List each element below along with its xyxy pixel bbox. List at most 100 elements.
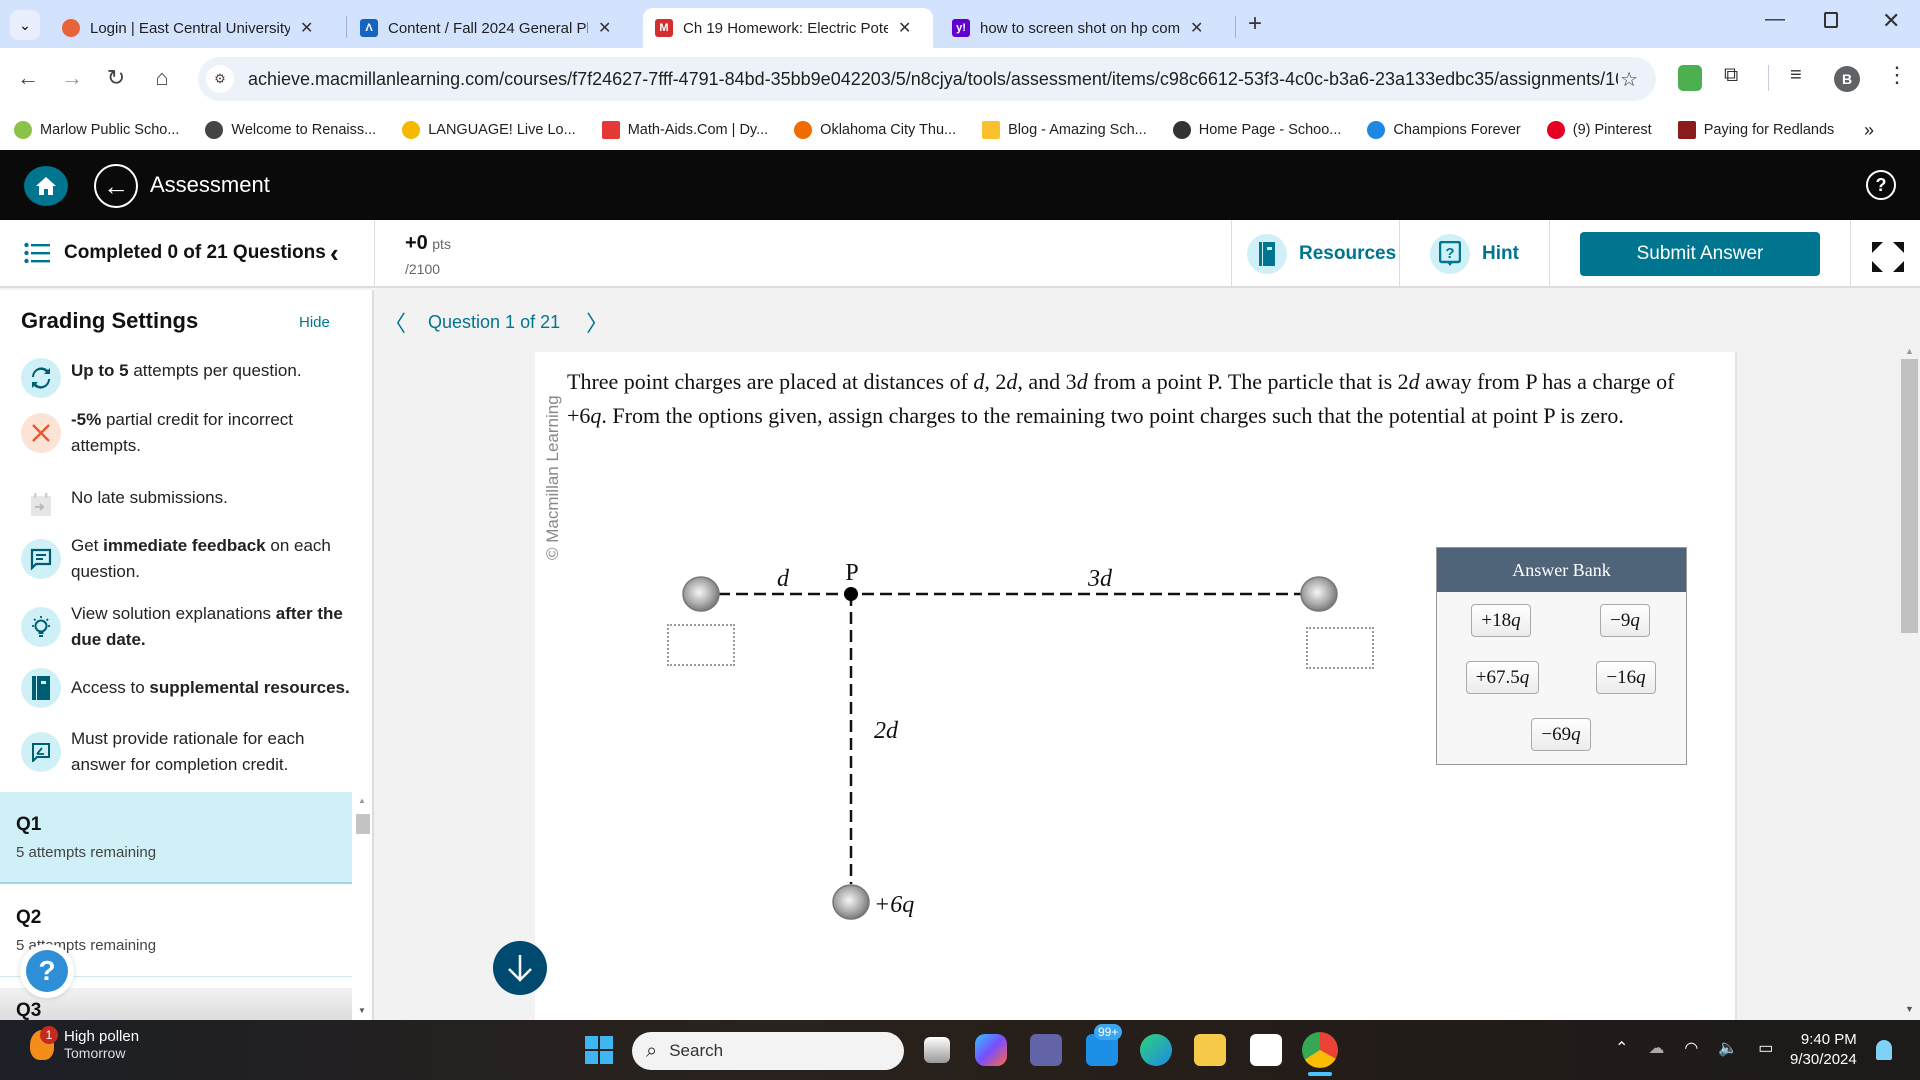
browser-menu-icon[interactable]: ⋮: [1886, 62, 1908, 88]
bookmark-item[interactable]: LANGUAGE! Live Lo...: [402, 121, 576, 139]
restore-button[interactable]: [1824, 12, 1838, 28]
weather-widget[interactable]: 1 High pollen Tomorrow: [30, 1025, 140, 1061]
scroll-up-icon[interactable]: ▲: [358, 796, 366, 805]
question-list-item[interactable]: Q1 5 attempts remaining: [0, 792, 352, 884]
pinterest-icon: [1546, 121, 1565, 139]
tab-macmillan-homework[interactable]: M Ch 19 Homework: Electric Poter ✕: [643, 8, 933, 48]
copilot-icon[interactable]: [975, 1034, 1007, 1066]
bookmark-label: Champions Forever: [1393, 122, 1521, 138]
bookmark-item[interactable]: Home Page - Schoo...: [1172, 121, 1341, 139]
grading-setting-rationale: Must provide rationale for each answer f…: [21, 726, 361, 778]
setting-bold-text: supplemental resources.: [149, 678, 350, 697]
help-button[interactable]: ?: [1866, 170, 1896, 200]
volume-icon[interactable]: 🔈: [1718, 1038, 1738, 1058]
site-settings-icon[interactable]: ⚙: [206, 65, 234, 93]
hide-grading-settings-link[interactable]: Hide: [299, 314, 330, 331]
bookmark-item[interactable]: Oklahoma City Thu...: [794, 121, 956, 139]
scroll-up-icon[interactable]: ▲: [1905, 346, 1914, 356]
microsoft-store-icon[interactable]: [1250, 1034, 1282, 1066]
scrollbar-thumb[interactable]: [1901, 359, 1918, 633]
bookmark-item[interactable]: Blog - Amazing Sch...: [982, 121, 1147, 139]
bookmark-item[interactable]: Welcome to Renaiss...: [205, 121, 376, 139]
points-total: /2100: [405, 261, 441, 277]
resources-button[interactable]: Resources: [1247, 234, 1396, 274]
forward-nav-button[interactable]: →: [56, 62, 88, 94]
scroll-down-button[interactable]: [493, 941, 547, 995]
teams-icon[interactable]: [1030, 1034, 1062, 1066]
onedrive-icon[interactable]: ☁: [1648, 1038, 1664, 1058]
tab-yahoo-search[interactable]: y! how to screen shot on hp comp ✕: [940, 8, 1215, 48]
back-button[interactable]: ←: [94, 164, 138, 208]
tab-d2l-content[interactable]: Λ Content / Fall 2024 General Phy ✕: [348, 8, 623, 48]
previous-question-button[interactable]: 〈: [384, 306, 406, 338]
bookmark-item[interactable]: Paying for Redlands: [1677, 121, 1834, 139]
extension-icon[interactable]: [1678, 65, 1702, 91]
url-input[interactable]: ⚙ achieve.macmillanlearning.com/courses/…: [198, 57, 1656, 101]
mail-icon[interactable]: 99+: [1086, 1024, 1123, 1066]
scroll-down-icon[interactable]: ▼: [358, 1006, 366, 1015]
close-tab-icon[interactable]: ✕: [598, 18, 611, 38]
bookmark-item[interactable]: Marlow Public Scho...: [14, 121, 179, 139]
answer-chip[interactable]: −9 q: [1600, 604, 1650, 637]
tab-title: Ch 19 Homework: Electric Poter: [683, 19, 888, 37]
back-nav-button[interactable]: ←: [12, 62, 44, 94]
more-bookmarks-button[interactable]: »: [1864, 120, 1874, 141]
answer-chip[interactable]: −16 q: [1596, 661, 1656, 694]
hint-button[interactable]: ? Hint: [1430, 234, 1519, 274]
system-clock[interactable]: 9:40 PM 9/30/2024: [1790, 1030, 1857, 1070]
home-nav-button[interactable]: ⌂: [146, 62, 178, 94]
close-tab-icon[interactable]: ✕: [1190, 18, 1203, 38]
right-charge-drop-zone[interactable]: [1306, 627, 1374, 669]
close-window-button[interactable]: ✕: [1882, 8, 1900, 34]
bookmark-item[interactable]: Champions Forever: [1367, 121, 1521, 139]
notification-bell-icon[interactable]: [1876, 1040, 1892, 1060]
bookmark-favicon-icon: [1172, 121, 1191, 139]
new-tab-button[interactable]: +: [1248, 10, 1262, 38]
bookmark-star-icon[interactable]: ☆: [1620, 67, 1638, 92]
grading-setting-late: No late submissions.: [21, 485, 361, 525]
taskbar-search[interactable]: ⌕ Search: [632, 1032, 904, 1070]
task-view-icon[interactable]: [924, 1037, 950, 1063]
answer-bank: Answer Bank +18 q −9 q +67.5 q −16 q −69 q: [1436, 547, 1687, 765]
submit-answer-button[interactable]: Submit Answer: [1580, 232, 1820, 276]
windows-start-button[interactable]: [585, 1036, 613, 1064]
file-explorer-icon[interactable]: [1194, 1034, 1226, 1066]
answer-chip[interactable]: +18 q: [1471, 604, 1531, 637]
wifi-icon[interactable]: ◠: [1684, 1038, 1698, 1058]
help-floating-button[interactable]: ?: [20, 944, 74, 998]
home-button[interactable]: [24, 166, 68, 206]
question-list-toggle[interactable]: Completed 0 of 21 Questions: [24, 242, 326, 264]
minimize-button[interactable]: —: [1765, 8, 1785, 31]
fullscreen-button[interactable]: [1872, 242, 1904, 277]
tab-search-chevron-icon[interactable]: ⌄: [10, 10, 40, 40]
close-tab-icon[interactable]: ✕: [300, 18, 313, 38]
chrome-icon[interactable]: [1302, 1032, 1338, 1068]
scroll-down-icon[interactable]: ▼: [1905, 1004, 1914, 1014]
question-label: Q2: [16, 907, 42, 928]
weather-title: High pollen: [64, 1028, 140, 1045]
extensions-puzzle-icon[interactable]: ⧉: [1724, 64, 1738, 87]
bookmark-item[interactable]: Math-Aids.Com | Dy...: [601, 121, 768, 139]
collapse-sidebar-button[interactable]: ‹: [330, 238, 339, 269]
left-charge-drop-zone[interactable]: [667, 624, 735, 666]
setting-text: partial credit for incorrect attempts.: [71, 410, 294, 455]
grading-setting-feedback: Get immediate feedback on each question.: [21, 533, 361, 585]
next-question-button[interactable]: 〉: [586, 306, 608, 338]
main-scrollbar[interactable]: ▲ ▼: [1900, 344, 1920, 1020]
ecu-icon: [62, 19, 80, 37]
media-control-icon[interactable]: ≡: [1790, 64, 1802, 87]
profile-avatar[interactable]: B: [1834, 66, 1860, 92]
tab-ecu-login[interactable]: Login | East Central University ✕: [50, 8, 325, 48]
edge-icon[interactable]: [1140, 1034, 1172, 1066]
battery-icon[interactable]: ▭: [1758, 1038, 1773, 1058]
answer-chip[interactable]: +67.5 q: [1466, 661, 1539, 694]
expand-icon: [1872, 242, 1904, 272]
bookmark-item[interactable]: (9) Pinterest: [1546, 121, 1652, 139]
answer-chip[interactable]: −69 q: [1531, 718, 1591, 751]
close-tab-icon[interactable]: ✕: [898, 18, 911, 38]
question-list-scrollbar[interactable]: ▲ ▼: [354, 792, 372, 1020]
reload-button[interactable]: ↻: [100, 62, 132, 94]
show-hidden-icons-button[interactable]: ⌃: [1615, 1038, 1628, 1058]
scrollbar-thumb[interactable]: [356, 814, 370, 834]
setting-text: Access to: [71, 678, 150, 697]
